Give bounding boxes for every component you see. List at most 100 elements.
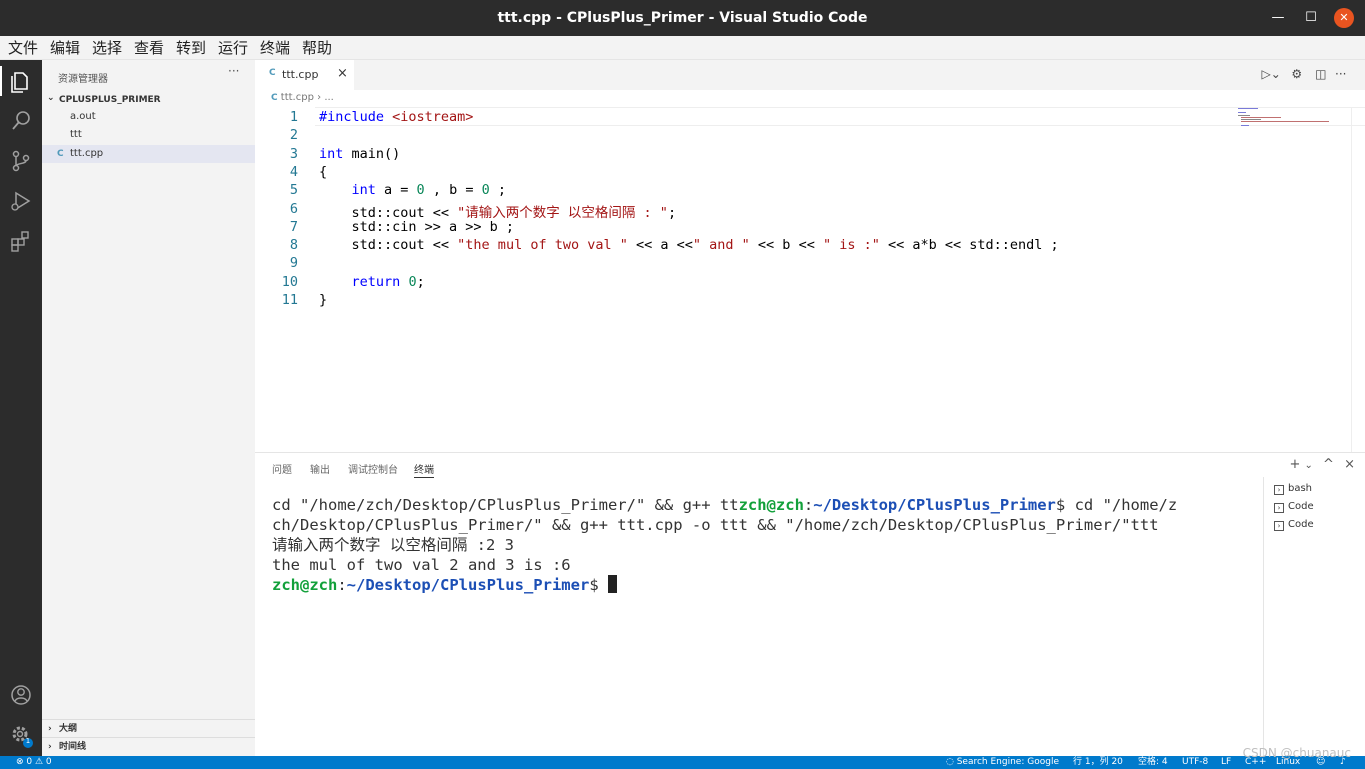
code-line[interactable]: int main() bbox=[319, 146, 400, 162]
code-token: a = bbox=[375, 182, 417, 199]
bottom-panel: 问题 输出 调试控制台 终端 + ⌄ ^ × cd "/home/zch/Des… bbox=[255, 452, 1365, 757]
code-line[interactable]: return 0; bbox=[319, 274, 425, 290]
editor-tabs: C ttt.cpp × ▷⌄ ⚙ ◫ ··· bbox=[255, 60, 1365, 90]
menu-edit[interactable]: 编辑 bbox=[50, 38, 80, 58]
breadcrumb-file[interactable]: ttt.cpp bbox=[281, 92, 314, 103]
search-icon[interactable] bbox=[6, 106, 36, 136]
outline-section[interactable]: › 大纲 bbox=[42, 719, 255, 737]
extensions-icon[interactable] bbox=[6, 226, 36, 256]
run-code-icon[interactable]: ▷⌄ bbox=[1262, 67, 1282, 81]
code-line[interactable]: int a = 0 , b = 0 ; bbox=[319, 182, 506, 198]
terminal-item-code[interactable]: › Code bbox=[1274, 499, 1314, 515]
code-token: 0 bbox=[416, 182, 425, 199]
menu-file[interactable]: 文件 bbox=[8, 38, 38, 58]
run-debug-icon[interactable] bbox=[6, 186, 36, 216]
indentation[interactable]: 空格: 4 bbox=[1138, 756, 1168, 769]
minimize-button[interactable]: — bbox=[1268, 8, 1288, 28]
search-engine-status[interactable]: ◌ Search Engine: Google bbox=[946, 756, 1059, 769]
tab-terminal[interactable]: 终端 bbox=[414, 461, 434, 478]
menu-selection[interactable]: 选择 bbox=[92, 38, 122, 58]
line-number: 2 bbox=[289, 127, 298, 144]
problems-status[interactable]: ⊗ 0 ⚠ 0 bbox=[16, 756, 52, 769]
menu-help[interactable]: 帮助 bbox=[302, 38, 332, 58]
file-item-ttt[interactable]: ttt bbox=[42, 126, 255, 144]
code-line[interactable]: std::cin >> a >> b ; bbox=[319, 219, 515, 235]
terminal-text: $ bbox=[589, 576, 608, 594]
code-line[interactable]: std::cout << "the mul of two val " << a … bbox=[319, 237, 1059, 253]
gear-icon[interactable]: ⚙ bbox=[1291, 67, 1311, 81]
code-line[interactable]: std::cout << "请输入两个数字 以空格间隔 : "; bbox=[319, 201, 677, 221]
maximize-button[interactable]: ☐ bbox=[1301, 8, 1321, 28]
more-icon[interactable]: ··· bbox=[1335, 67, 1351, 81]
code-token: " is :" bbox=[822, 237, 880, 254]
source-control-icon[interactable] bbox=[6, 146, 36, 176]
editor-actions: ▷⌄ ⚙ ◫ ··· bbox=[1262, 67, 1351, 83]
menu-go[interactable]: 转到 bbox=[176, 38, 206, 58]
settings-gear-icon[interactable]: 1 bbox=[6, 720, 36, 750]
line-number: 8 bbox=[289, 237, 298, 254]
code-token: <iostream> bbox=[392, 109, 474, 125]
tab-output[interactable]: 输出 bbox=[310, 461, 330, 476]
code-token: << a << bbox=[627, 237, 693, 254]
account-icon[interactable] bbox=[6, 680, 36, 710]
project-folder[interactable]: ⌄ CPLUSPLUS_PRIMER bbox=[42, 93, 255, 107]
code-token: << a*b << std::endl ; bbox=[879, 237, 1059, 254]
code-line[interactable]: { bbox=[319, 164, 327, 180]
editor-scrollbar[interactable] bbox=[1351, 107, 1365, 452]
encoding[interactable]: UTF-8 bbox=[1182, 756, 1208, 769]
explorer-icon[interactable] bbox=[0, 66, 36, 96]
code-token: 0 bbox=[408, 273, 417, 290]
close-window-button[interactable]: ✕ bbox=[1334, 8, 1354, 28]
terminal-label: bash bbox=[1288, 483, 1313, 494]
terminal-text: $ cd "/home/z bbox=[1055, 496, 1178, 514]
menu-view[interactable]: 查看 bbox=[134, 38, 164, 58]
code-token: return bbox=[351, 273, 401, 290]
line-number: 4 bbox=[289, 163, 298, 180]
project-name: CPLUSPLUS_PRIMER bbox=[59, 95, 161, 105]
terminal-line: ch/Desktop/CPlusPlus_Primer/" && g++ ttt… bbox=[272, 515, 1262, 535]
terminal-dropdown-icon[interactable]: ⌄ bbox=[1305, 460, 1313, 471]
minimap[interactable] bbox=[1238, 107, 1330, 127]
terminal-item-bash[interactable]: › bash bbox=[1274, 481, 1312, 497]
code-token: { bbox=[319, 163, 328, 180]
split-editor-icon[interactable]: ◫ bbox=[1315, 67, 1331, 81]
chevron-down-icon: ⌄ bbox=[47, 93, 55, 103]
menu-run[interactable]: 运行 bbox=[218, 38, 248, 58]
code-token: "the mul of two val " bbox=[457, 237, 628, 254]
end-of-line[interactable]: LF bbox=[1221, 756, 1231, 769]
terminal-icon: › bbox=[1274, 485, 1284, 495]
terminal-item-code[interactable]: › Code bbox=[1274, 517, 1314, 533]
code-token: main() bbox=[343, 145, 401, 162]
tab-ttt-cpp[interactable]: C ttt.cpp × bbox=[255, 60, 354, 90]
line-number: 3 bbox=[289, 145, 298, 162]
file-name: ttt.cpp bbox=[70, 148, 104, 159]
code-line[interactable]: } bbox=[319, 292, 327, 308]
wifi-icon: ◌ bbox=[946, 757, 957, 767]
explorer-header: 资源管理器 bbox=[58, 74, 108, 85]
maximize-panel-icon[interactable]: ^ bbox=[1323, 457, 1334, 472]
code-line[interactable]: #include <iostream> bbox=[319, 109, 473, 125]
close-tab-icon[interactable]: × bbox=[337, 66, 348, 81]
cursor-position[interactable]: 行 1，列 20 bbox=[1073, 756, 1123, 769]
search-engine-label: Search Engine: Google bbox=[956, 757, 1059, 767]
more-actions-icon[interactable]: ··· bbox=[228, 64, 239, 78]
file-name: ttt bbox=[70, 129, 82, 140]
terminal-output[interactable]: cd "/home/zch/Desktop/CPlusPlus_Primer/"… bbox=[272, 495, 1262, 595]
new-terminal-icon[interactable]: + bbox=[1289, 457, 1300, 472]
terminal-text: cd "/home/zch/Desktop/CPlusPlus_Primer/"… bbox=[272, 496, 739, 514]
code-editor[interactable]: 1 #include <iostream> 2 3 int main() 4 {5 int … bbox=[255, 107, 1235, 367]
file-item-a-out[interactable]: a.out bbox=[42, 108, 255, 126]
file-item-ttt-cpp[interactable]: C ttt.cpp bbox=[42, 145, 255, 163]
status-bar: ⊗ 0 ⚠ 0 ◌ Search Engine: Google 行 1，列 20… bbox=[0, 756, 1365, 769]
menu-terminal[interactable]: 终端 bbox=[260, 38, 290, 58]
timeline-section[interactable]: › 时间线 bbox=[42, 737, 255, 755]
tab-problems[interactable]: 问题 bbox=[272, 461, 292, 476]
terminal-text: 请输入两个数字 以空格间隔 :2 3 bbox=[272, 536, 514, 554]
breadcrumb-rest[interactable]: ... bbox=[324, 92, 334, 103]
line-number: 11 bbox=[281, 292, 298, 308]
tab-debug-console[interactable]: 调试控制台 bbox=[348, 461, 398, 476]
line-number: 6 bbox=[289, 200, 298, 217]
close-panel-icon[interactable]: × bbox=[1344, 457, 1355, 472]
terminal-text: : bbox=[337, 576, 347, 594]
